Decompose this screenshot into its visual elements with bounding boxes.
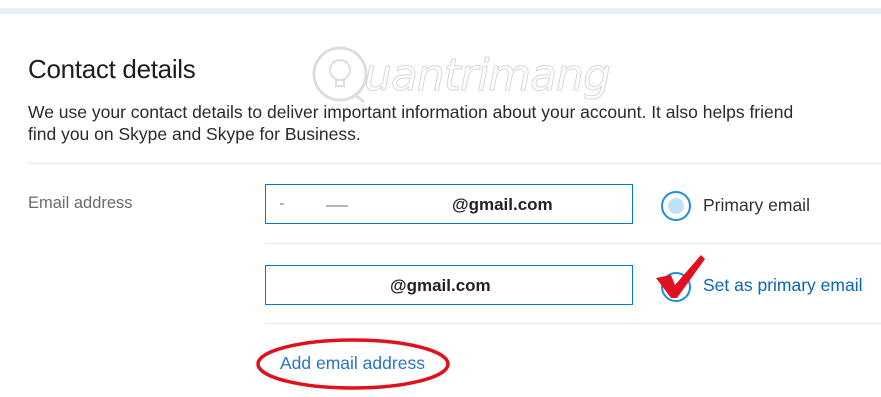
watermark-text: uantrimang	[364, 50, 612, 102]
row-divider	[265, 323, 881, 324]
description-line-2: find you on Skype and Skype for Business…	[28, 124, 361, 144]
section-description: We use your contact details to deliver i…	[28, 101, 881, 145]
section-divider	[28, 163, 881, 164]
email-address-label: Email address	[28, 194, 133, 212]
add-email-address-link[interactable]: Add email address	[280, 353, 425, 374]
redacted-mark	[280, 203, 284, 205]
radio-selected-dot	[668, 198, 684, 214]
description-line-1: We use your contact details to deliver i…	[28, 102, 794, 122]
email-value-1: @gmail.com	[452, 195, 553, 214]
redacted-mark	[326, 205, 348, 207]
primary-email-label: Primary email	[703, 195, 810, 215]
primary-email-radio[interactable]	[661, 191, 691, 221]
checkmark-icon	[656, 255, 705, 298]
row-divider	[265, 243, 881, 244]
email-field-1[interactable]: @gmail.com	[265, 184, 633, 224]
email-value-2: @gmail.com	[390, 276, 491, 295]
email-field-2[interactable]: @gmail.com	[265, 265, 633, 305]
watermark-logo: uantrimang	[308, 42, 611, 106]
bulb-icon	[312, 46, 368, 104]
set-as-primary-link[interactable]: Set as primary email	[703, 275, 863, 296]
top-strip	[0, 8, 881, 14]
page-title: Contact details	[28, 54, 196, 84]
